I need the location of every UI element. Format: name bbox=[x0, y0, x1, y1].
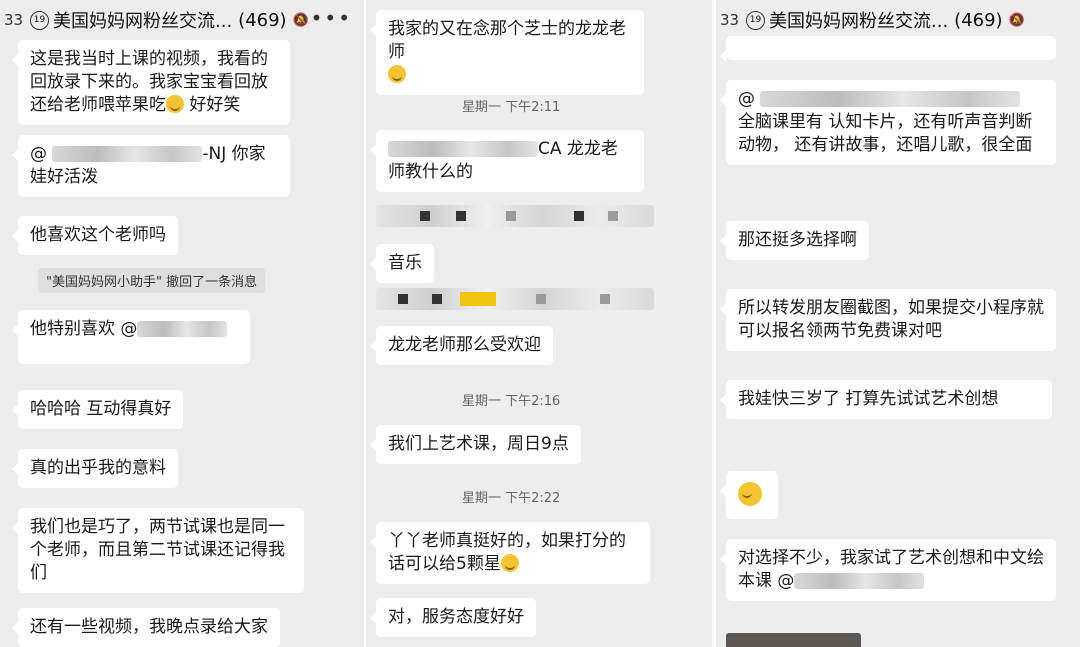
redacted-username bbox=[52, 146, 203, 162]
message-bubble[interactable] bbox=[720, 471, 778, 519]
timestamp: 星期一 下午2:11 bbox=[462, 100, 561, 115]
chat-screenshot-middle: 我家的又在念那个芝士的龙龙老师 星期一 下午2:11 CA 龙龙老师教什么的 音… bbox=[366, 0, 712, 647]
image-thumbnail[interactable] bbox=[726, 633, 861, 647]
message-text: 真的出乎我的意料 bbox=[30, 458, 166, 478]
mention-prefix: @ bbox=[738, 89, 761, 109]
message-bubble[interactable]: 音乐 bbox=[370, 244, 434, 283]
chat-header: 33 19 美国妈妈网粉丝交流... (469) 🔕 ••• bbox=[0, 0, 364, 40]
message-text: 我娃快三岁了 打算先试试艺术创想 bbox=[738, 389, 999, 409]
redacted-username bbox=[137, 321, 228, 337]
timestamp: 星期一 下午2:22 bbox=[462, 491, 561, 506]
message-bubble[interactable]: @ -NJ 你家娃好活泼 bbox=[12, 135, 290, 197]
redacted-username bbox=[760, 91, 1021, 107]
message-bubble[interactable]: 他特别喜欢 @ bbox=[12, 310, 250, 364]
redacted-image bbox=[376, 205, 654, 227]
message-bubble[interactable]: 那还挺多选择啊 bbox=[720, 221, 869, 260]
chat-screenshot-left: 33 19 美国妈妈网粉丝交流... (469) 🔕 ••• 这是我当时上课的视… bbox=[0, 0, 364, 647]
message-bubble[interactable]: @ 全脑课里有 认知卡片，还有听声音判断动物， 还有讲故事，还唱儿歌，很全面 bbox=[720, 80, 1056, 165]
message-bubble[interactable]: 所以转发朋友圈截图，如果提交小程序就可以报名领两节免费课对吧 bbox=[720, 289, 1056, 351]
message-bubble[interactable]: 真的出乎我的意料 bbox=[12, 449, 178, 488]
message-bubble[interactable]: CA 龙龙老师教什么的 bbox=[370, 130, 644, 192]
message-bubble[interactable]: 丫丫老师真挺好的，如果打分的话可以给5颗星 bbox=[370, 522, 650, 584]
message-text: 好好笑 bbox=[184, 95, 241, 115]
chat-title[interactable]: 美国妈妈网粉丝交流... bbox=[769, 7, 948, 33]
message-bubble[interactable]: 这是我当时上课的视频，我看的回放录下来的。我家宝宝看回放还给老师喂苹果吃 好好笑 bbox=[12, 40, 290, 125]
message-text: 哈哈哈 互动得真好 bbox=[30, 399, 172, 419]
message-bubble[interactable]: 对，服务态度好好 bbox=[370, 598, 536, 637]
message-bubble[interactable]: 哈哈哈 互动得真好 bbox=[11, 390, 184, 429]
more-dots-icon[interactable]: ••• bbox=[311, 6, 352, 30]
redacted-username bbox=[794, 573, 925, 589]
group-badge-icon: 19 bbox=[30, 10, 49, 30]
mention-prefix: 他特别喜欢 @ bbox=[30, 319, 138, 339]
group-badge-icon: 19 bbox=[746, 10, 765, 30]
message-text: 那还挺多选择啊 bbox=[738, 230, 857, 250]
member-count: (469) bbox=[954, 9, 1003, 31]
message-bubble[interactable]: 还有一些视频，我晚点录给大家 bbox=[12, 608, 280, 647]
timestamp: 星期一 下午2:16 bbox=[462, 394, 561, 409]
message-bubble[interactable]: 我们上艺术课，周日9点 bbox=[370, 425, 581, 464]
laughing-emoji-icon bbox=[166, 95, 184, 113]
system-notice: "美国妈妈网小助手" 撤回了一条消息 bbox=[38, 268, 266, 293]
chat-header: 33 19 美国妈妈网粉丝交流... (469) 🔕 bbox=[716, 0, 1080, 40]
message-text: 对，服务态度好好 bbox=[388, 607, 524, 627]
message-bubble[interactable]: 我娃快三岁了 打算先试试艺术创想 bbox=[720, 380, 1052, 419]
mute-bell-icon: 🔕 bbox=[292, 12, 309, 28]
message-text: 音乐 bbox=[388, 253, 422, 273]
message-text: 我家的又在念那个芝士的龙龙老师 bbox=[388, 19, 626, 62]
message-text: 我们上艺术课，周日9点 bbox=[388, 434, 569, 454]
redacted-username bbox=[388, 141, 538, 157]
message-text: 所以转发朋友圈截图，如果提交小程序就可以报名领两节免费课对吧 bbox=[738, 298, 1044, 341]
message-text: 还有一些视频，我晚点录给大家 bbox=[30, 617, 268, 637]
message-text: 我们也是巧了，两节试课也是同一个老师，而且第二节试课还记得我们 bbox=[30, 517, 285, 583]
message-bubble-partial[interactable] bbox=[720, 36, 1056, 62]
grinning-emoji-icon bbox=[738, 482, 762, 506]
message-bubble[interactable]: 我家的又在念那个芝士的龙龙老师 bbox=[370, 10, 644, 95]
message-bubble[interactable]: 他喜欢这个老师吗 bbox=[12, 216, 178, 255]
message-bubble[interactable]: 龙龙老师那么受欢迎 bbox=[370, 326, 553, 365]
message-bubble[interactable]: 对选择不少，我家试了艺术创想和中文绘本课 @ bbox=[720, 539, 1056, 601]
message-text: 龙龙老师那么受欢迎 bbox=[388, 335, 541, 355]
mute-bell-icon: 🔕 bbox=[1008, 12, 1025, 28]
message-bubble[interactable]: 我们也是巧了，两节试课也是同一个老师，而且第二节试课还记得我们 bbox=[12, 508, 304, 593]
message-text: 全脑课里有 认知卡片，还有听声音判断动物， 还有讲故事，还唱儿歌，很全面 bbox=[738, 112, 1033, 155]
laughing-emoji-icon bbox=[388, 65, 406, 83]
unread-count[interactable]: 33 bbox=[4, 11, 30, 29]
mention-prefix: @ bbox=[30, 144, 53, 164]
laughing-emoji-icon bbox=[500, 554, 519, 572]
member-count: (469) bbox=[238, 9, 287, 31]
redacted-image bbox=[376, 288, 654, 310]
chat-screenshot-right: 33 19 美国妈妈网粉丝交流... (469) 🔕 @ 全脑课里有 认知卡片，… bbox=[716, 0, 1080, 647]
message-text: 他喜欢这个老师吗 bbox=[30, 225, 166, 245]
unread-count[interactable]: 33 bbox=[720, 11, 746, 29]
chat-title[interactable]: 美国妈妈网粉丝交流... bbox=[53, 7, 232, 33]
